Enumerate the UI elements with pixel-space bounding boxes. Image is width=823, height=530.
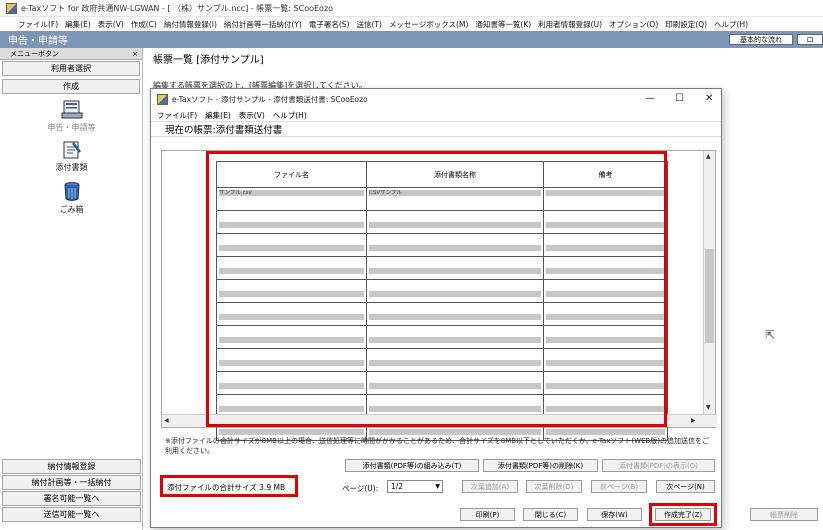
main-window-title: e-Taxソフト for 政府共通NW-LGWAN - [ （株）サンプル.nc… bbox=[21, 3, 334, 13]
complete-highlight-frame bbox=[649, 503, 717, 526]
dialog-menu-edit[interactable]: 編集(E) bbox=[205, 110, 231, 121]
chevron-down-icon: ▼ bbox=[435, 483, 440, 490]
attachment-doc-icon bbox=[63, 141, 81, 159]
sidebar-header-label: メニューボタン bbox=[10, 49, 59, 58]
main-menubar: ファイル(F) 編集(E) 表示(V) 作成(C) 納付情報登録(I) 納付計画… bbox=[0, 17, 823, 31]
dialog-menubar: ファイル(F) 編集(E) 表示(V) ヘルプ(H) bbox=[151, 109, 721, 121]
etax-app-icon bbox=[6, 2, 17, 14]
minimize-icon[interactable]: — bbox=[645, 93, 655, 104]
empty-field-placeholder bbox=[219, 429, 364, 435]
menu-view[interactable]: 表示(V) bbox=[98, 19, 124, 30]
scroll-thumb[interactable] bbox=[705, 249, 714, 343]
close-icon[interactable]: ✕ bbox=[705, 93, 713, 104]
user-select-button[interactable]: 利用者選択 bbox=[2, 61, 140, 76]
menu-create[interactable]: 作成(C) bbox=[131, 19, 157, 30]
scroll-down-icon[interactable]: ▼ bbox=[706, 403, 711, 413]
menu-sidebar: メニューボタン × 利用者選択 作成 申告・申請等 添付書類 ごみ箱 納付情報登… bbox=[0, 48, 143, 530]
table-highlight-frame bbox=[206, 151, 667, 427]
prev-page-button[interactable]: 前ページ(B) bbox=[591, 480, 647, 493]
dialog-menu-view[interactable]: 表示(V) bbox=[239, 110, 265, 121]
payment-info-button[interactable]: 納付情報登録 bbox=[2, 459, 141, 474]
sidebar-item-label: ごみ箱 bbox=[59, 205, 84, 214]
menu-notice-list[interactable]: 通知書等一覧(K) bbox=[475, 19, 531, 30]
sidebar-close-icon[interactable]: × bbox=[132, 50, 138, 58]
menu-user-info[interactable]: 利用者情報登録(U) bbox=[538, 19, 602, 30]
form-document-icon bbox=[61, 100, 82, 119]
attachment-dialog: e-Taxソフト - 添付サンプル - 添付書類送付書: SCooEozo — … bbox=[150, 88, 722, 528]
signable-list-button[interactable]: 署名可能一覧へ bbox=[2, 491, 141, 506]
trash-icon bbox=[64, 182, 79, 201]
sidebar-item-attachment[interactable]: 添付書類 bbox=[0, 140, 143, 173]
dialog-title-bar: e-Taxソフト - 添付サンプル - 添付書類送付書: SCooEozo bbox=[151, 89, 721, 109]
main-title-bar: e-Taxソフト for 政府共通NW-LGWAN - [ （株）サンプル.nc… bbox=[0, 0, 823, 17]
page-select[interactable]: 1/2 ▼ bbox=[387, 480, 443, 493]
scroll-right-icon[interactable]: ▶ bbox=[691, 416, 696, 426]
vertical-scrollbar[interactable]: ▲ ▼ bbox=[703, 151, 715, 415]
delete-form-button[interactable]: 帳票削除 bbox=[750, 508, 818, 521]
embed-attachment-button[interactable]: 添付書類(PDF等)の組み込み(T) bbox=[345, 459, 479, 472]
sendable-list-button[interactable]: 送信可能一覧へ bbox=[2, 507, 141, 522]
background-title: 帳票一覧 [添付サンプル] bbox=[153, 55, 264, 66]
create-button[interactable]: 作成 bbox=[2, 79, 140, 94]
show-attachment-button[interactable]: 添付書類(PDF)の表示(O) bbox=[602, 459, 715, 472]
save-button[interactable]: 保存(W) bbox=[587, 508, 642, 521]
payment-plan-button[interactable]: 納付計画等・一括納付 bbox=[2, 475, 141, 490]
next-page-button[interactable]: 次ページ(N) bbox=[656, 480, 715, 493]
dialog-menu-file[interactable]: ファイル(F) bbox=[157, 110, 197, 121]
dialog-title: e-Taxソフト - 添付サンプル - 添付書類送付書: SCooEozo bbox=[172, 94, 368, 104]
sidebar-item-trash[interactable]: ごみ箱 bbox=[0, 180, 143, 215]
section-band: 申告・申請等 基本的な流れ ロ bbox=[0, 31, 823, 48]
close-button[interactable]: 閉じる(C) bbox=[523, 508, 578, 521]
basic-flow-button[interactable]: 基本的な流れ bbox=[729, 34, 793, 45]
delete-sheet-button[interactable]: 次葉削除(D) bbox=[526, 480, 582, 493]
menu-signature[interactable]: 電子署名(S) bbox=[309, 19, 350, 30]
sidebar-header: メニューボタン × bbox=[0, 48, 142, 60]
page-select-value: 1/2 bbox=[391, 482, 404, 491]
mouse-cursor-icon: ⇱ bbox=[765, 328, 776, 342]
sidebar-item-application[interactable]: 申告・申請等 bbox=[0, 100, 143, 133]
add-sheet-button[interactable]: 次葉追加(A) bbox=[462, 480, 518, 493]
menu-message-box[interactable]: メッセージボックス(M) bbox=[389, 19, 468, 30]
print-button[interactable]: 印刷(P) bbox=[460, 508, 515, 521]
empty-field-placeholder bbox=[546, 429, 665, 435]
size-highlight-frame bbox=[160, 475, 298, 497]
menu-send[interactable]: 送信(T) bbox=[356, 19, 381, 30]
scroll-left-icon[interactable]: ◀ bbox=[164, 416, 169, 426]
menu-payment-info[interactable]: 納付情報登録(I) bbox=[164, 19, 217, 30]
scroll-up-icon[interactable]: ▲ bbox=[706, 152, 711, 162]
etax-app-icon bbox=[157, 93, 168, 105]
sidebar-item-label: 申告・申請等 bbox=[47, 123, 96, 132]
menu-help[interactable]: ヘルプ(H) bbox=[714, 19, 748, 30]
menu-payment-plan[interactable]: 納付計画等一括納付(Y) bbox=[224, 19, 302, 30]
sidebar-item-label: 添付書類 bbox=[55, 163, 88, 172]
size-note: ※添付ファイルの合計サイズが8MB以上の場合、送信処理等に時間がかかることがある… bbox=[165, 437, 710, 455]
overflow-button[interactable]: ロ bbox=[797, 34, 823, 45]
maximize-icon[interactable]: ☐ bbox=[675, 93, 684, 104]
menu-file[interactable]: ファイル(F) bbox=[18, 19, 58, 30]
empty-field-placeholder bbox=[369, 429, 541, 435]
sidebar-bottom-group: 納付情報登録 納付計画等・一括納付 署名可能一覧へ 送信可能一覧へ bbox=[0, 458, 143, 523]
page-label: ページ(U): bbox=[342, 484, 379, 493]
dialog-menu-help[interactable]: ヘルプ(H) bbox=[273, 110, 307, 121]
section-title: 申告・申請等 bbox=[8, 36, 68, 47]
current-form-label: 現在の帳票:添付書類送付書 bbox=[151, 121, 721, 137]
delete-attachment-button[interactable]: 添付書類(PDF等)の削除(K) bbox=[483, 459, 598, 472]
menu-edit[interactable]: 編集(E) bbox=[65, 19, 91, 30]
menu-print-settings[interactable]: 印刷設定(Q) bbox=[665, 19, 707, 30]
menu-options[interactable]: オプション(O) bbox=[609, 19, 658, 30]
